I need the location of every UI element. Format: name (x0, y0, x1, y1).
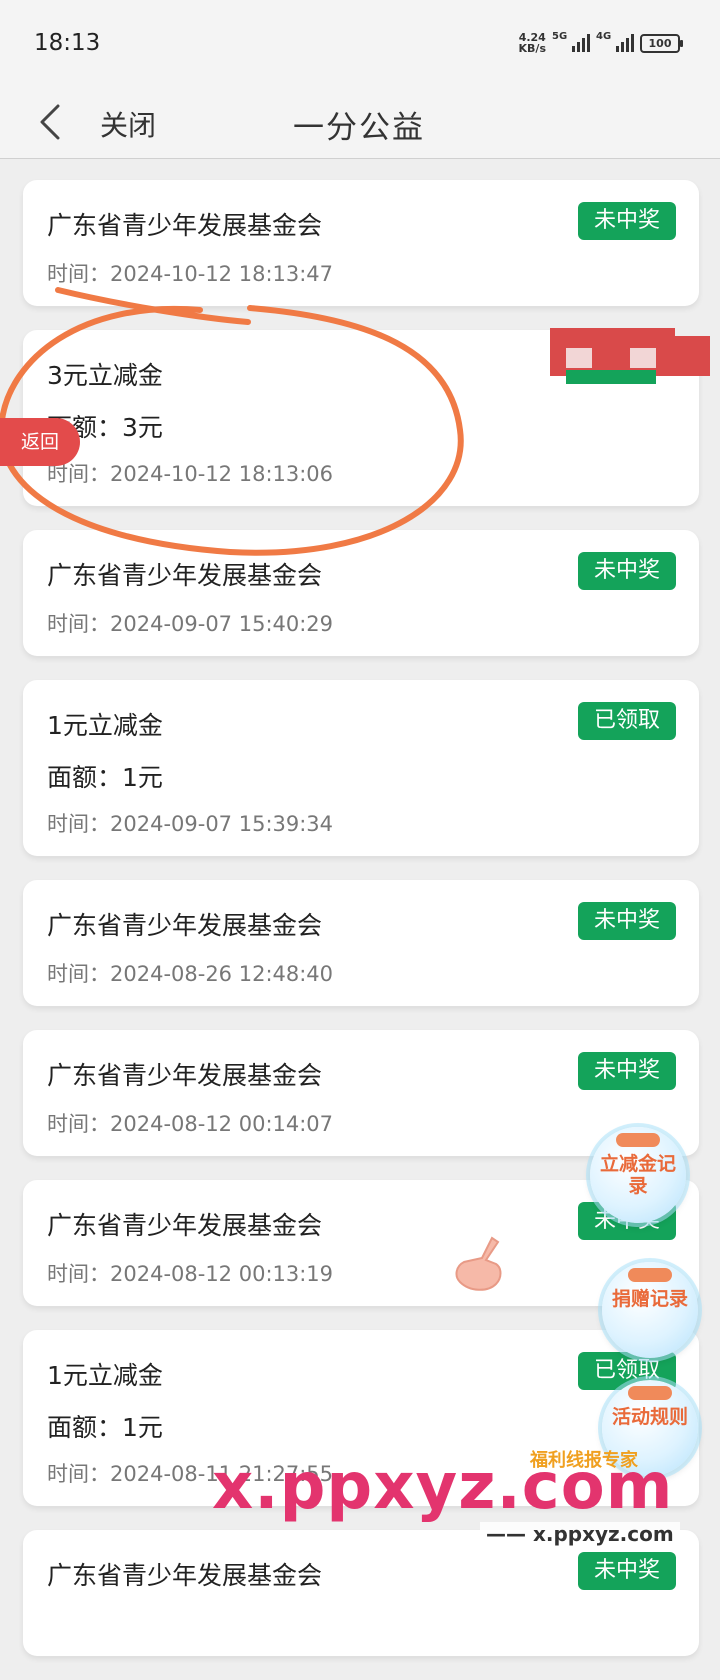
record-title: 3元立减金 (47, 361, 163, 390)
donation-record-button[interactable]: 捐赠记录 (602, 1262, 698, 1358)
status-icons: 4.24 KB/s 5G 4G 100 (519, 31, 683, 54)
return-button[interactable]: 返回 (0, 418, 80, 466)
redaction-patch (520, 318, 720, 388)
record-card[interactable]: 广东省青少年发展基金会 未中奖 时间：2024-09-07 15:40:29 (23, 530, 699, 656)
status-time: 18:13 (34, 30, 101, 56)
record-card[interactable]: 广东省青少年发展基金会 未中奖 时间：2024-08-26 12:48:40 (23, 880, 699, 1006)
record-time: 时间：2024-10-12 18:13:47 (47, 262, 334, 286)
network-speed: 4.24 KB/s (519, 32, 546, 54)
status-badge: 未中奖 (577, 1052, 676, 1090)
record-title: 广东省青少年发展基金会 (47, 211, 323, 240)
record-amount: 面额：1元 (47, 763, 163, 792)
signal-4g-icon: 4G (596, 31, 634, 52)
clipboard-icon (628, 1386, 672, 1400)
record-title: 广东省青少年发展基金会 (47, 1211, 323, 1240)
chevron-left-icon[interactable] (36, 102, 66, 142)
status-badge: 未中奖 (577, 202, 676, 240)
coupon-record-label: 立减金记录 (600, 1153, 677, 1197)
record-card[interactable]: 广东省青少年发展基金会 未中奖 时间：2024-10-12 18:13:47 (23, 180, 699, 306)
activity-rules-label: 活动规则 (612, 1406, 689, 1428)
signal-5g-label: 5G (552, 31, 568, 42)
record-time: 时间：2024-09-07 15:40:29 (47, 612, 334, 636)
status-badge: 已领取 (577, 702, 676, 740)
nav-bar: 关闭 一分公益 (0, 88, 720, 159)
coupon-record-button[interactable]: 立减金记录 (590, 1127, 686, 1223)
close-button[interactable]: 关闭 (100, 104, 156, 144)
record-title: 广东省青少年发展基金会 (47, 911, 323, 940)
record-title: 1元立减金 (47, 1361, 163, 1390)
record-title: 广东省青少年发展基金会 (47, 1061, 323, 1090)
signal-5g-icon: 5G (552, 31, 590, 52)
network-speed-unit: KB/s (518, 42, 546, 55)
record-time: 时间：2024-08-26 12:48:40 (47, 962, 334, 986)
status-bar: 18:13 4.24 KB/s 5G 4G 100 (0, 0, 720, 88)
record-time: 时间：2024-08-12 00:13:19 (47, 1262, 334, 1286)
record-time: 时间：2024-08-12 00:14:07 (47, 1112, 334, 1136)
donation-record-label: 捐赠记录 (612, 1288, 689, 1310)
record-title: 广东省青少年发展基金会 (47, 561, 323, 590)
record-card[interactable]: 1元立减金 已领取 面额：1元 时间：2024-09-07 15:39:34 (23, 680, 699, 856)
battery-icon: 100 (640, 33, 683, 53)
record-amount: 面额：1元 (47, 1413, 163, 1442)
clipboard-icon (628, 1268, 672, 1282)
record-card[interactable]: 广东省青少年发展基金会 未中奖 时间：2024-08-12 00:14:07 (23, 1030, 699, 1156)
hand-pointer-icon (455, 1236, 502, 1291)
record-time: 时间：2024-09-07 15:39:34 (47, 812, 334, 836)
record-title: 1元立减金 (47, 711, 163, 740)
clipboard-icon (616, 1133, 660, 1147)
signal-4g-label: 4G (596, 31, 612, 42)
page-title: 一分公益 (293, 110, 425, 146)
watermark-logo: x.ppxyz.com (212, 1450, 674, 1524)
watermark-url: —— x.ppxyz.com (480, 1522, 680, 1546)
record-card[interactable]: 广东省青少年发展基金会 未中奖 (23, 1530, 699, 1656)
status-badge: 未中奖 (577, 1552, 676, 1590)
record-title: 广东省青少年发展基金会 (47, 1561, 323, 1590)
status-badge: 未中奖 (577, 902, 676, 940)
record-time: 时间：2024-10-12 18:13:06 (47, 462, 334, 486)
status-badge: 未中奖 (577, 552, 676, 590)
